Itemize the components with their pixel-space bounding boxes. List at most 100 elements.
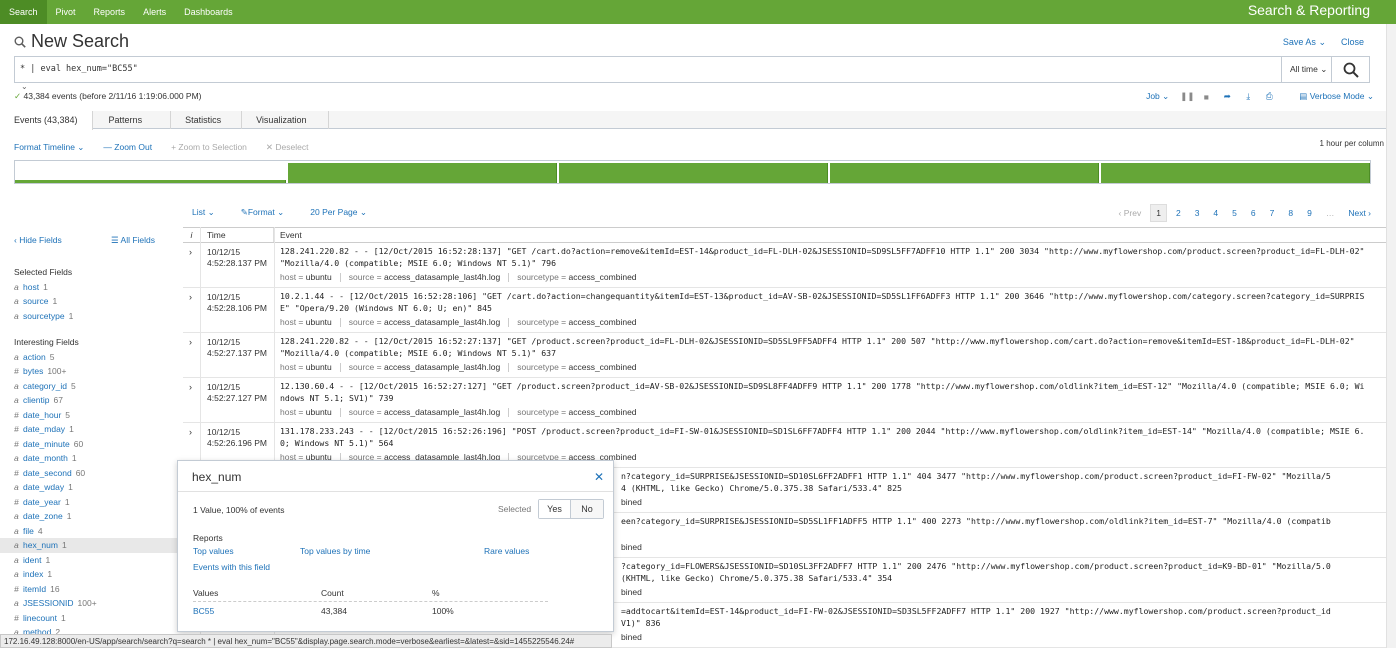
field-item-clientip[interactable]: a clientip 67 xyxy=(14,393,179,408)
page-button-3[interactable]: 3 xyxy=(1190,205,1205,221)
field-item-linecount[interactable]: # linecount 1 xyxy=(14,611,179,626)
nav-search[interactable]: Search xyxy=(0,0,47,24)
events-with-field-link[interactable]: Events with this field xyxy=(193,562,270,572)
timeline-bar[interactable] xyxy=(288,163,557,183)
export-icon[interactable]: ⤓ xyxy=(1243,91,1253,102)
column-header-event[interactable]: Event xyxy=(274,228,1386,242)
tab-visualization[interactable]: Visualization xyxy=(242,111,330,129)
zoom-out-button[interactable]: — Zoom Out xyxy=(103,142,152,154)
field-item-bytes[interactable]: # bytes 100+ xyxy=(14,364,179,379)
app-title[interactable]: Search & Reporting xyxy=(1248,2,1370,18)
table-row[interactable]: › 10/12/15 4:52:27.127 PM 12.130.60.4 - - [… xyxy=(183,378,1386,423)
top-values-link[interactable]: Top values xyxy=(193,546,234,556)
meta-host-value[interactable]: ubuntu xyxy=(306,317,332,327)
page-button-1[interactable]: 1 xyxy=(1150,204,1167,222)
stop-icon[interactable]: ■ xyxy=(1201,92,1211,102)
field-item-index[interactable]: a index 1 xyxy=(14,567,179,582)
meta-source-value[interactable]: access_datasample_last4h.log xyxy=(384,317,500,327)
page-button-9[interactable]: 9 xyxy=(1302,205,1317,221)
field-item-host[interactable]: a host 1 xyxy=(14,280,179,295)
format-timeline-menu[interactable]: Format Timeline ⌄ xyxy=(14,142,84,154)
expand-chevron-icon[interactable]: › xyxy=(189,247,192,257)
field-item-date-wday[interactable]: a date_wday 1 xyxy=(14,480,179,495)
print-icon[interactable]: ⎙ xyxy=(1264,91,1274,102)
no-button[interactable]: No xyxy=(571,500,603,518)
prev-page-button[interactable]: ‹ Prev xyxy=(1114,205,1147,221)
pause-icon[interactable]: ❚❚ xyxy=(1180,91,1194,102)
field-item-date-mday[interactable]: # date_mday 1 xyxy=(14,422,179,437)
tab-events[interactable]: Events (43,384) xyxy=(0,111,93,130)
field-item-date-zone[interactable]: a date_zone 1 xyxy=(14,509,179,524)
chevron-down-icon[interactable]: ⌄ xyxy=(21,82,28,91)
column-header-time[interactable]: Time xyxy=(201,228,274,242)
page-button-7[interactable]: 7 xyxy=(1265,205,1280,221)
zoom-to-selection-button[interactable]: + Zoom to Selection xyxy=(171,142,247,154)
field-item-sourcetype[interactable]: a sourcetype 1 xyxy=(14,309,179,324)
value-link[interactable]: BC55 xyxy=(193,606,214,616)
top-values-by-time-link[interactable]: Top values by time xyxy=(300,546,370,556)
field-item-category-id[interactable]: a category_id 5 xyxy=(14,379,179,394)
nav-alerts[interactable]: Alerts xyxy=(134,0,175,24)
expand-chevron-icon[interactable]: › xyxy=(189,382,192,392)
search-submit-button[interactable] xyxy=(1331,57,1369,82)
next-page-button[interactable]: Next › xyxy=(1343,205,1376,221)
field-item-source[interactable]: a source 1 xyxy=(14,294,179,309)
page-scrollbar[interactable] xyxy=(1386,24,1396,648)
page-button-2[interactable]: 2 xyxy=(1171,205,1186,221)
nav-pivot[interactable]: Pivot xyxy=(47,0,85,24)
meta-host-value[interactable]: ubuntu xyxy=(306,407,332,417)
expand-chevron-icon[interactable]: › xyxy=(189,337,192,347)
page-button-5[interactable]: 5 xyxy=(1227,205,1242,221)
expand-chevron-icon[interactable]: › xyxy=(189,427,192,437)
close-button[interactable]: Close xyxy=(1341,37,1364,47)
search-input[interactable]: * | eval hex_num="BC55" xyxy=(20,64,138,74)
page-button-4[interactable]: 4 xyxy=(1208,205,1223,221)
meta-sourcetype-value[interactable]: access_combined xyxy=(568,317,636,327)
expand-chevron-icon[interactable]: › xyxy=(189,292,192,302)
tab-statistics[interactable]: Statistics xyxy=(171,111,243,129)
format-menu[interactable]: ✎Format ⌄ xyxy=(241,207,285,218)
table-row[interactable]: › 10/12/15 4:52:28.106 PM 10.2.1.44 - - [12… xyxy=(183,288,1386,333)
timeline-chart[interactable] xyxy=(14,160,1371,184)
list-view-menu[interactable]: List ⌄ xyxy=(192,207,215,218)
field-item-date-year[interactable]: # date_year 1 xyxy=(14,495,179,510)
search-mode-menu[interactable]: ▤ Verbose Mode ⌄ xyxy=(1299,91,1374,102)
timeline-bar[interactable] xyxy=(559,163,828,183)
field-item-ident[interactable]: a ident 1 xyxy=(14,553,179,568)
meta-source-value[interactable]: access_datasample_last4h.log xyxy=(384,362,500,372)
job-menu[interactable]: Job ⌄ xyxy=(1146,91,1169,102)
tab-patterns[interactable]: Patterns xyxy=(93,111,172,129)
field-item-date-hour[interactable]: # date_hour 5 xyxy=(14,408,179,423)
field-item-hex-num[interactable]: a hex_num 1 xyxy=(0,538,179,553)
meta-sourcetype-value[interactable]: access_combined xyxy=(568,272,636,282)
field-item-jsessionid[interactable]: a JSESSIONID 100+ xyxy=(14,596,179,611)
meta-sourcetype-value[interactable]: access_combined xyxy=(568,407,636,417)
timeline-bar[interactable] xyxy=(1101,163,1370,183)
field-item-date-minute[interactable]: # date_minute 60 xyxy=(14,437,179,452)
save-as-menu[interactable]: Save As ⌄ xyxy=(1283,37,1326,48)
timeline-bar[interactable] xyxy=(830,163,1099,183)
close-icon[interactable]: ✕ xyxy=(594,470,604,484)
per-page-menu[interactable]: 20 Per Page ⌄ xyxy=(310,207,367,218)
table-row[interactable]: › 10/12/15 4:52:28.137 PM 128.241.220.82 - … xyxy=(183,243,1386,288)
page-button-6[interactable]: 6 xyxy=(1246,205,1261,221)
meta-source-value[interactable]: access_datasample_last4h.log xyxy=(384,407,500,417)
meta-sourcetype-value[interactable]: access_combined xyxy=(568,362,636,372)
nav-reports[interactable]: Reports xyxy=(85,0,135,24)
field-item-date-month[interactable]: a date_month 1 xyxy=(14,451,179,466)
rare-values-link[interactable]: Rare values xyxy=(484,546,529,556)
nav-dashboards[interactable]: Dashboards xyxy=(175,0,242,24)
deselect-button[interactable]: ✕ Deselect xyxy=(266,142,309,154)
timeline-bar[interactable] xyxy=(15,180,286,183)
meta-host-value[interactable]: ubuntu xyxy=(306,362,332,372)
meta-source-value[interactable]: access_datasample_last4h.log xyxy=(384,272,500,282)
table-row[interactable]: › 10/12/15 4:52:27.137 PM 128.241.220.82 - … xyxy=(183,333,1386,378)
field-item-file[interactable]: a file 4 xyxy=(14,524,179,539)
field-item-date-second[interactable]: # date_second 60 xyxy=(14,466,179,481)
time-range-picker[interactable]: All time ⌄ xyxy=(1281,57,1331,82)
yes-button[interactable]: Yes xyxy=(539,500,571,518)
page-button-8[interactable]: 8 xyxy=(1283,205,1298,221)
field-item-action[interactable]: a action 5 xyxy=(14,350,179,365)
meta-host-value[interactable]: ubuntu xyxy=(306,272,332,282)
share-icon[interactable]: ➦ xyxy=(1222,91,1232,102)
